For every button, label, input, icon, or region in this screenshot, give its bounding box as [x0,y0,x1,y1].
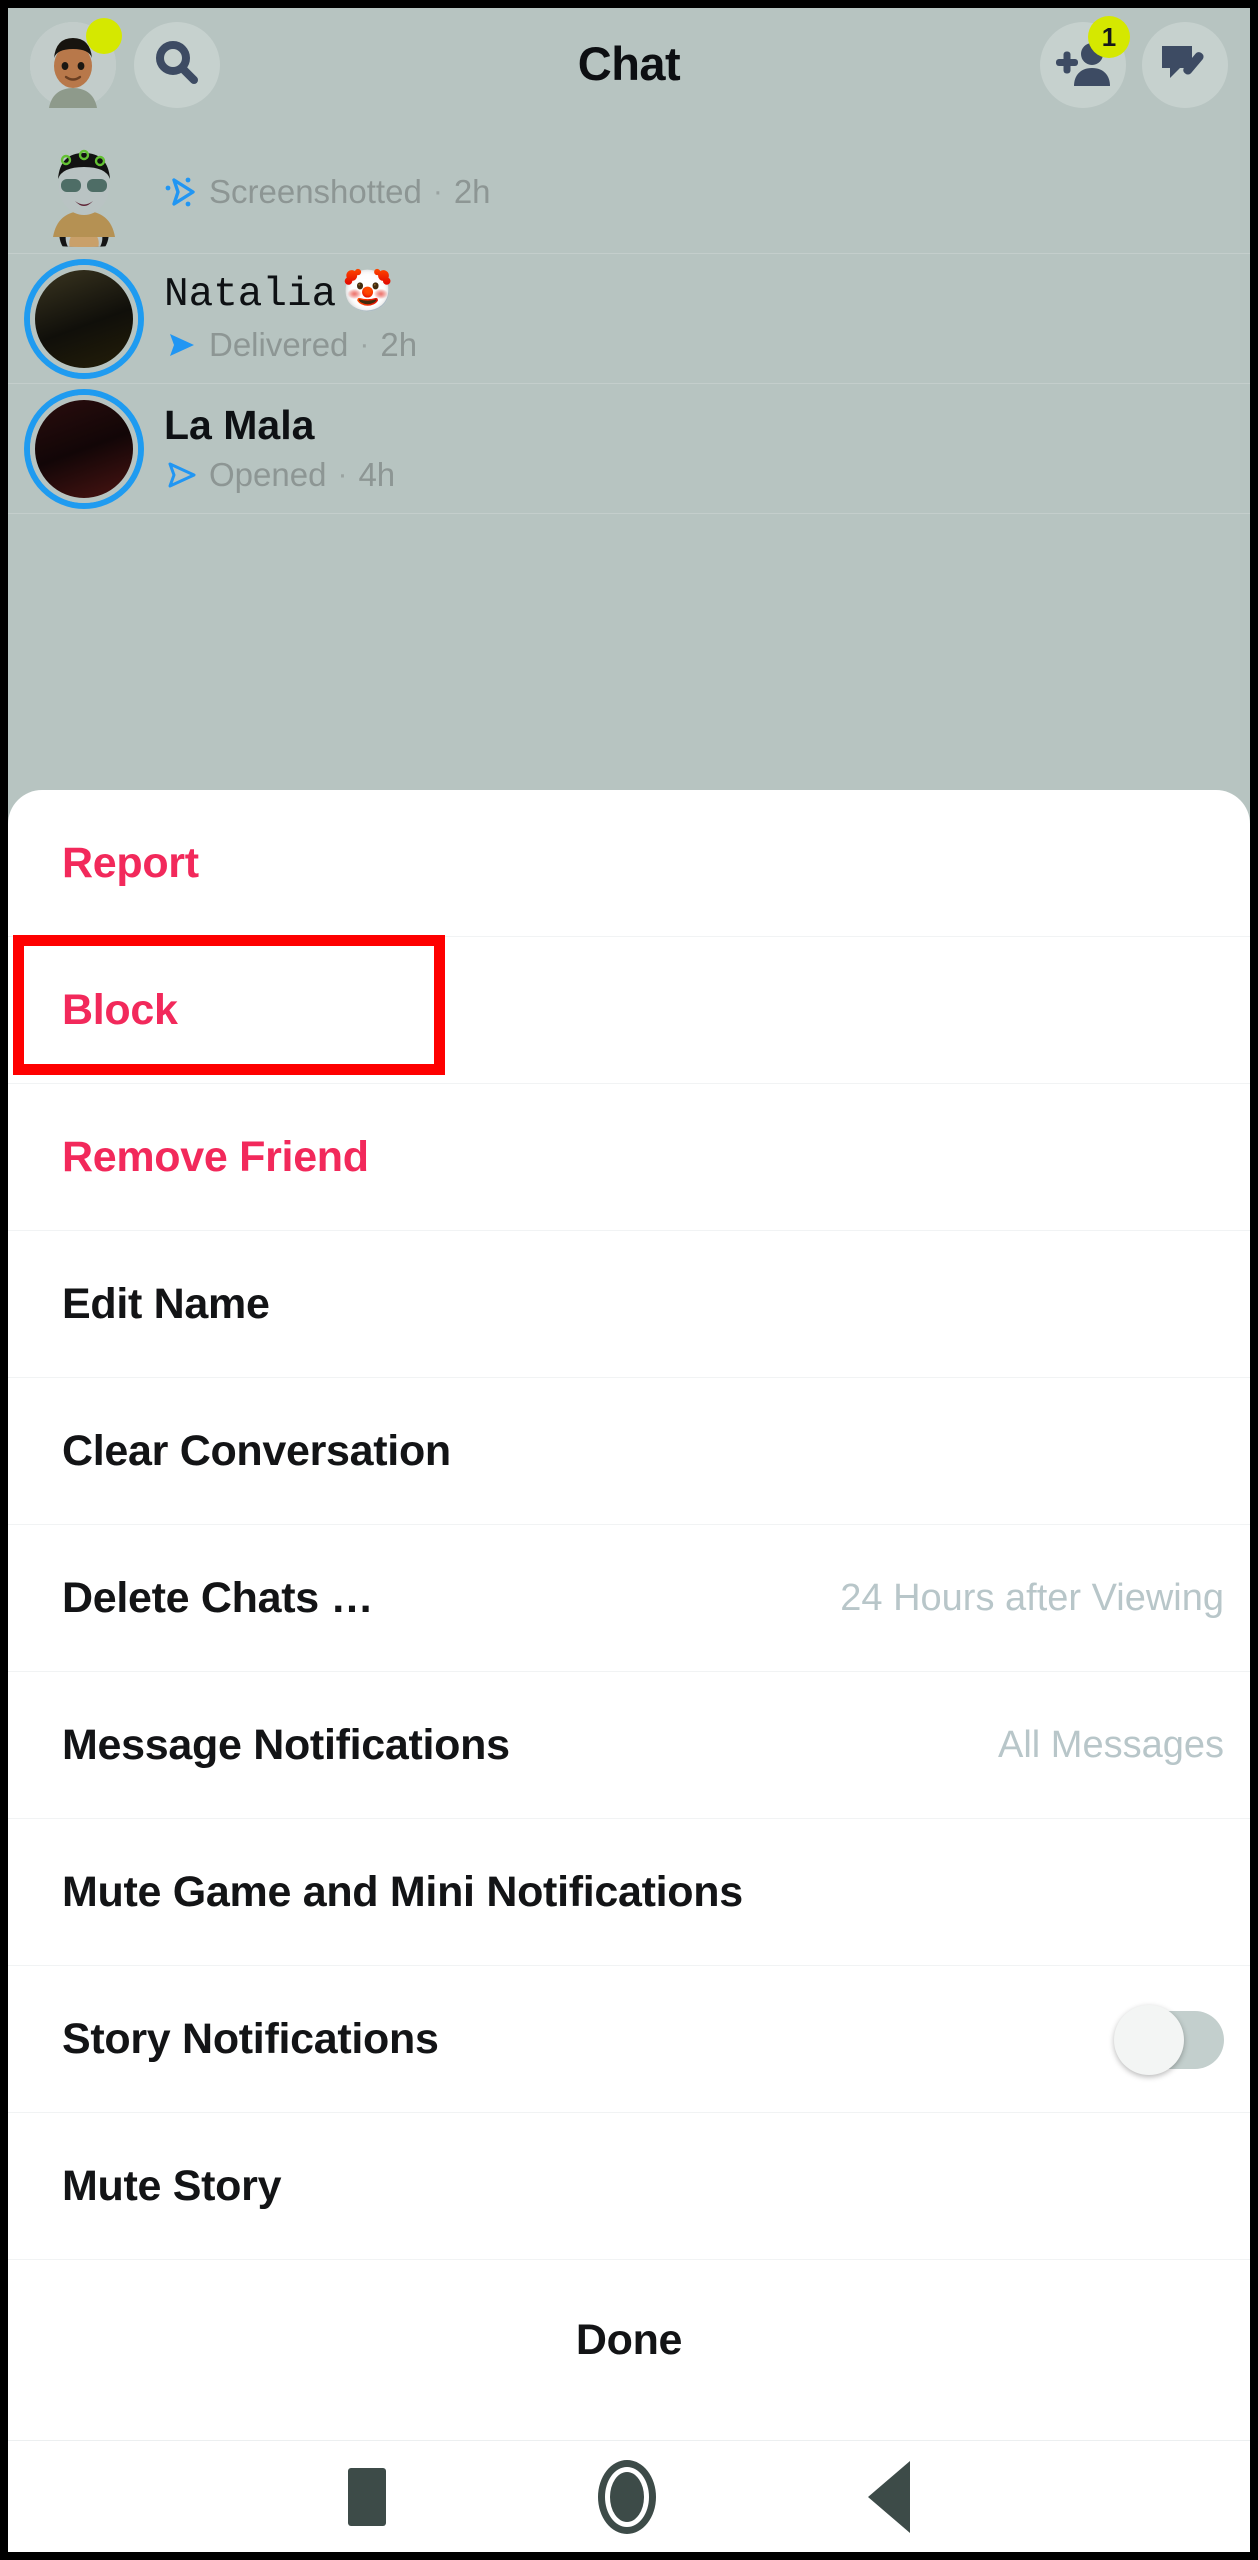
add-friend-button[interactable]: 1 [1040,16,1130,108]
chat-item-status: Delivered · 2h [164,325,417,365]
done-button[interactable]: Done [8,2260,1250,2420]
avatar [30,135,138,247]
jester-emoji-icon: 🤡 [342,272,394,319]
opened-outline-arrow-icon [164,458,198,492]
menu-item-message-notifications[interactable]: Message Notifications All Messages [8,1672,1250,1819]
list-divider [8,513,1250,514]
separator-dot: · [432,175,443,208]
menu-item-mute-story[interactable]: Mute Story [8,2113,1250,2260]
separator-dot: · [359,327,370,361]
screenshot-icon [164,175,198,209]
chat-list-item[interactable]: Screenshotted · 2h [8,124,1250,254]
phone-screen: Chat 1 Screenshotted · 2h Natalia 🤡 Deli… [0,0,1258,2560]
done-button-label: Done [575,2315,683,2364]
chat-item-status-label: Opened [209,456,327,494]
menu-item-edit-name[interactable]: Edit Name [8,1231,1250,1378]
menu-item-label: Clear Conversation [62,1427,451,1475]
menu-item-mute-game-and-mini-notifications[interactable]: Mute Game and Mini Notifications [8,1819,1250,1966]
chat-item-name-row: La Mala [164,402,395,449]
chat-list: Screenshotted · 2h Natalia 🤡 Delivered ·… [8,124,1250,514]
toggle-knob [1114,2004,1184,2075]
chat-list-item[interactable]: La Mala Opened · 4h [8,384,1250,514]
menu-item-delete-chats[interactable]: Delete Chats … 24 Hours after Viewing [8,1525,1250,1672]
menu-item-clear-conversation[interactable]: Clear Conversation [8,1378,1250,1525]
add-friend-badge: 1 [1088,16,1130,58]
recent-apps-square-icon[interactable] [348,2467,386,2526]
avatar[interactable] [30,395,138,503]
menu-item-label: Story Notifications [62,2015,439,2063]
avatar[interactable] [30,265,138,373]
menu-item-story-notifications[interactable]: Story Notifications [8,1966,1250,2113]
back-triangle-icon[interactable] [868,2460,910,2533]
menu-item-label: Edit Name [62,1280,270,1328]
menu-item-label: Mute Game and Mini Notifications [62,1868,743,1916]
delivered-filled-arrow-icon [164,328,198,362]
chat-item-text: La Mala Opened · 4h [164,402,395,495]
new-chat-compose-icon [1158,38,1212,93]
chat-list-item[interactable]: Natalia 🤡 Delivered · 2h [8,254,1250,384]
menu-item-value: All Messages [998,1724,1224,1766]
chat-item-status: Opened · 4h [164,455,395,495]
menu-item-remove-friend[interactable]: Remove Friend [8,1084,1250,1231]
chat-item-text: Natalia 🤡 Delivered · 2h [164,272,417,365]
chat-item-status: Screenshotted · 2h [164,172,491,212]
story-notifications-toggle[interactable] [1114,2004,1224,2075]
chat-item-text: Screenshotted · 2h [164,166,491,212]
menu-item-report[interactable]: Report [8,790,1250,937]
menu-item-label: Mute Story [62,2162,282,2210]
menu-item-label: Report [62,839,199,887]
chat-item-name: La Mala [164,402,315,449]
menu-item-label: Message Notifications [62,1721,510,1769]
top-bar: Chat 1 [8,8,1250,124]
menu-item-value: 24 Hours after Viewing [840,1577,1224,1619]
chat-item-status-label: Delivered [209,326,349,364]
chat-item-name-row: Natalia 🤡 [164,272,417,319]
android-navigation-bar [8,2440,1250,2552]
bitmoji-avatar-icon [30,149,138,247]
chat-item-time: 4h [358,456,396,494]
menu-item-label: Remove Friend [62,1133,369,1181]
friend-options-bottom-sheet: Report Block Remove Friend Edit Name Cle… [8,790,1250,2448]
chat-item-time: 2h [380,326,418,364]
home-circle-icon[interactable] [598,2459,656,2534]
menu-item-label: Delete Chats … [62,1574,374,1622]
chat-item-time: 2h [453,173,491,211]
chat-item-status-label: Screenshotted [209,173,422,211]
separator-dot: · [337,457,348,491]
menu-item-block[interactable]: Block [8,937,1250,1084]
menu-item-label: Block [62,986,178,1034]
new-chat-button[interactable] [1142,22,1228,108]
chat-item-name: Natalia [164,272,337,319]
